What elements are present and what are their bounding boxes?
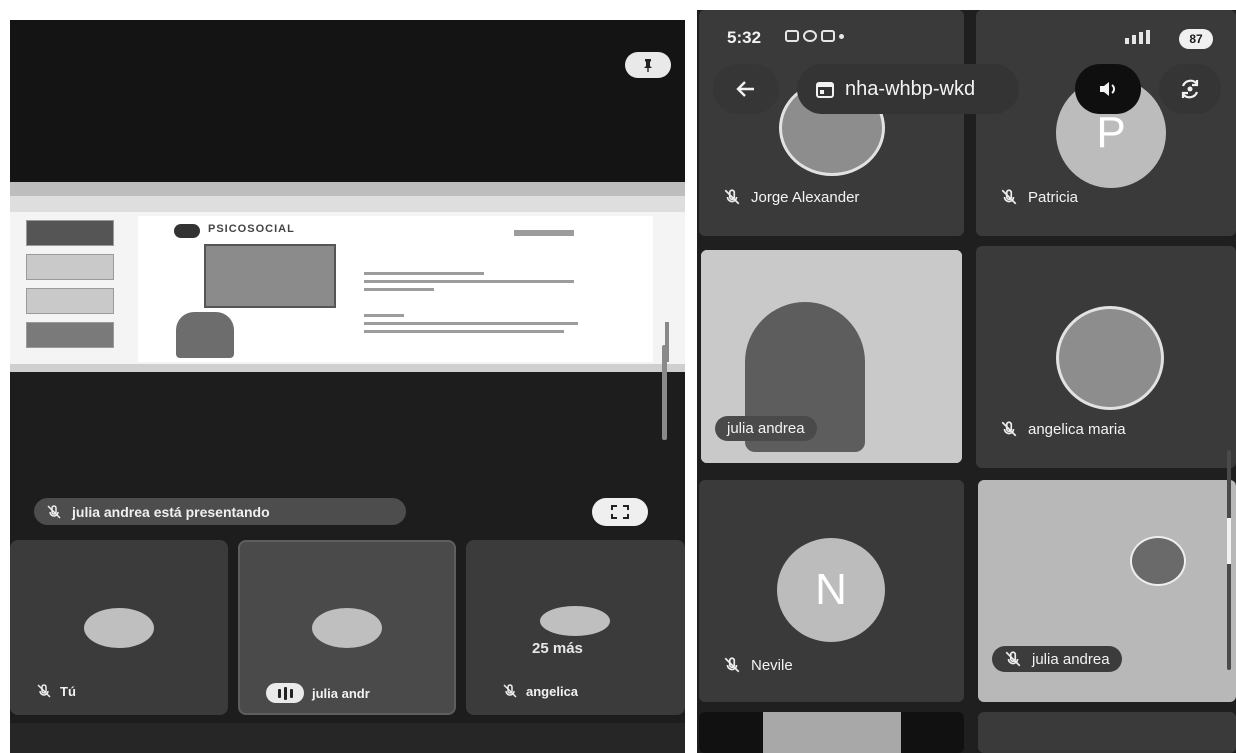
meet-grid-view: Jorge Alexander P Patricia 5:32 87 nha-w… xyxy=(697,10,1236,753)
bottom-strip xyxy=(10,723,685,753)
back-button[interactable] xyxy=(713,64,779,114)
avatar xyxy=(1056,306,1164,410)
presenting-banner: julia andrea está presentando xyxy=(34,498,406,525)
meeting-code-chip[interactable]: nha-whbp-wkd xyxy=(797,64,1019,114)
participant-label: julia andrea xyxy=(715,416,817,441)
grid-scrollbar[interactable] xyxy=(1227,450,1231,670)
participant-name: julia andr xyxy=(312,685,370,701)
participant-label: angelica xyxy=(502,680,578,702)
slide-illustration xyxy=(176,312,234,358)
participant-label: julia andr xyxy=(266,682,370,704)
slide-thumbnail xyxy=(26,254,114,280)
switch-camera-button[interactable] xyxy=(1159,64,1221,114)
slide-text-line xyxy=(364,288,434,291)
participant-tile-presenter[interactable]: julia andr xyxy=(238,540,456,715)
phone-status-bar: 5:32 87 xyxy=(697,10,1236,52)
slide-thumbnails xyxy=(16,216,131,366)
shared-screen: PSICOSOCIAL xyxy=(10,182,685,372)
clock: 5:32 xyxy=(727,28,762,47)
notification-icons xyxy=(785,30,844,42)
app-title-bar xyxy=(10,182,685,196)
mic-off-icon xyxy=(503,684,517,698)
slide-canvas: PSICOSOCIAL xyxy=(138,216,653,362)
fullscreen-icon xyxy=(611,505,629,519)
slide-text-line xyxy=(364,330,564,333)
avatar xyxy=(1130,536,1186,586)
battery-icon: 87 xyxy=(1179,29,1213,49)
more-participants-count: 25 más xyxy=(532,640,583,657)
participant-label: Jorge Alexander xyxy=(723,188,859,206)
calendar-icon xyxy=(816,82,834,98)
slide-thumbnail xyxy=(26,220,114,246)
participant-label: Patricia xyxy=(1000,188,1078,206)
mic-off-icon xyxy=(724,657,740,673)
participant-tile[interactable]: julia andrea xyxy=(978,480,1236,702)
app-ribbon xyxy=(10,196,685,212)
mic-off-icon xyxy=(47,504,61,519)
avatar xyxy=(312,608,382,648)
meeting-code: nha-whbp-wkd xyxy=(845,77,976,100)
pin-icon xyxy=(644,59,652,72)
avatar: N xyxy=(777,538,885,642)
avatar xyxy=(540,606,610,636)
participant-tile-self[interactable]: Tú xyxy=(10,540,228,715)
participant-label: angelica maria xyxy=(1000,420,1126,438)
participant-name: Tú xyxy=(60,683,76,699)
participant-strip: Tú julia andr 25 más angelica xyxy=(10,540,685,715)
app-status-bar xyxy=(10,364,685,372)
pin-button[interactable] xyxy=(625,52,671,78)
mic-off-icon xyxy=(1005,651,1021,667)
participant-tile[interactable] xyxy=(699,712,964,753)
participant-tile-video[interactable]: julia andrea xyxy=(701,250,962,463)
mic-off-icon xyxy=(1001,189,1017,205)
slide-thumbnail xyxy=(26,322,114,348)
slide-text-line xyxy=(364,314,404,317)
presentation-top-area xyxy=(10,20,685,182)
fullscreen-button[interactable] xyxy=(592,498,648,526)
slide-photo xyxy=(204,244,336,308)
speaking-icon xyxy=(266,683,304,703)
slide-title: PSICOSOCIAL xyxy=(208,223,295,235)
wifi-icon xyxy=(1125,30,1169,44)
audio-output-button[interactable] xyxy=(1075,64,1141,114)
avatar xyxy=(84,608,154,648)
participant-tile[interactable] xyxy=(978,712,1236,753)
slide-text-line xyxy=(364,280,574,283)
participant-name: julia andrea xyxy=(727,420,805,437)
participant-tile[interactable]: angelica maria xyxy=(976,246,1236,468)
participant-name: Nevile xyxy=(751,656,793,674)
participant-tile[interactable]: N Nevile xyxy=(699,480,964,702)
meet-presentation-view: PSICOSOCIAL julia andrea está presentand… xyxy=(10,20,685,753)
mic-off-icon xyxy=(1001,421,1017,437)
participant-label: Tú xyxy=(36,680,76,702)
participant-name: angelica xyxy=(526,683,579,699)
presentation-scrollbar[interactable] xyxy=(662,345,667,440)
participant-label: Nevile xyxy=(723,656,793,674)
speaker-icon xyxy=(1100,82,1115,96)
slide-text-line xyxy=(364,272,484,275)
camera-feed xyxy=(763,712,901,753)
slide-text-line xyxy=(514,230,574,236)
panel-divider xyxy=(687,0,695,753)
participant-label: julia andrea xyxy=(992,646,1122,672)
slide-thumbnail xyxy=(26,288,114,314)
participant-tile-more[interactable]: 25 más angelica xyxy=(466,540,685,715)
slide-text-line xyxy=(364,322,578,325)
camera-flip-icon xyxy=(1181,79,1199,99)
mic-off-icon xyxy=(37,684,51,698)
participant-name: Patricia xyxy=(1028,188,1079,206)
participant-name: julia andrea xyxy=(1032,650,1110,668)
arrow-back-icon xyxy=(736,81,754,97)
mic-off-icon xyxy=(724,189,740,205)
participant-name: Jorge Alexander xyxy=(751,188,860,206)
slide-number-badge xyxy=(174,224,200,238)
participant-name: angelica maria xyxy=(1028,420,1126,438)
presenting-label: julia andrea está presentando xyxy=(72,503,270,520)
